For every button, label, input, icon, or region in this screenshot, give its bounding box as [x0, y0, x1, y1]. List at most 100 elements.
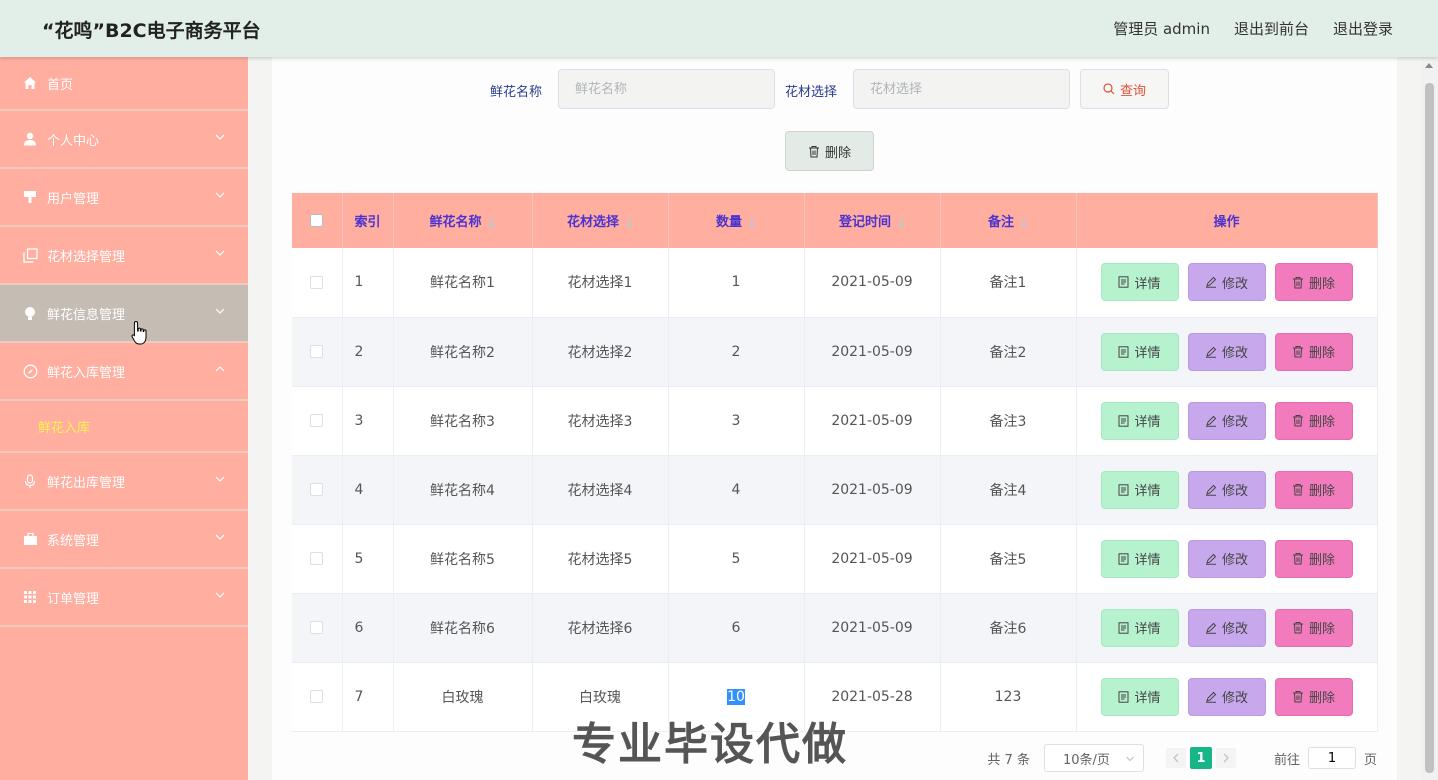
detail-button[interactable]: 详情 — [1100, 401, 1179, 440]
detail-button[interactable]: 详情 — [1100, 677, 1179, 716]
cell-note: 备注5 — [940, 524, 1077, 594]
quantity-value: 10 — [727, 688, 745, 705]
row-select-cell — [292, 524, 343, 594]
compass-icon — [22, 363, 38, 379]
row-select-cell — [292, 386, 343, 456]
cell-quantity: 6 — [668, 593, 805, 663]
delete-button[interactable]: 删除 — [1274, 263, 1353, 302]
header-flower-name[interactable]: 鲜花名称 — [393, 193, 533, 248]
query-button-label: 查询 — [1119, 83, 1146, 99]
quantity-value: 1 — [731, 274, 741, 291]
page-scrollbar[interactable] — [1421, 57, 1438, 780]
detail-label: 详情 — [1134, 622, 1161, 637]
flower-table: 索引 鲜花名称 花材选择 数量 登记时间 备注 操作 1 鲜花名称1 花材选择1 1 2… — [292, 193, 1378, 732]
prev-page-button[interactable] — [1165, 748, 1186, 768]
edit-button[interactable]: 修改 — [1187, 263, 1266, 302]
goto-prefix: 前往 — [1273, 752, 1300, 768]
chevron-down-icon — [1126, 756, 1134, 762]
detail-button[interactable]: 详情 — [1100, 539, 1179, 578]
quantity-value: 4 — [731, 481, 741, 498]
edit-button[interactable]: 修改 — [1187, 608, 1266, 647]
row-checkbox[interactable] — [310, 345, 324, 358]
trash-icon — [1292, 622, 1303, 634]
detail-label: 详情 — [1134, 415, 1161, 430]
page-size-select[interactable]: 10条/页 — [1043, 744, 1144, 772]
delete-button[interactable]: 删除 — [1274, 539, 1353, 578]
header-material[interactable]: 花材选择 — [532, 193, 669, 248]
row-select-cell — [292, 248, 343, 318]
row-checkbox[interactable] — [310, 621, 324, 634]
sidebar-item-user-management[interactable]: 用户管理 — [0, 169, 248, 227]
detail-button[interactable]: 详情 — [1100, 332, 1179, 371]
sidebar-item-system-management[interactable]: 系统管理 — [0, 511, 248, 569]
cell-actions: 详情 修改 删除 — [1076, 662, 1378, 732]
sidebar-item-flower-stock-out[interactable]: 鲜花出库管理 — [0, 453, 248, 511]
quantity-value: 6 — [731, 619, 741, 636]
sidebar-item-order-management[interactable]: 订单管理 — [0, 569, 248, 627]
flower-name-input[interactable] — [558, 69, 775, 109]
edit-button[interactable]: 修改 — [1187, 332, 1266, 371]
chevron-down-icon — [215, 134, 225, 140]
submenu-flower-stock-in[interactable]: 鲜花入库 — [0, 401, 248, 453]
sidebar-item-personal-center[interactable]: 个人中心 — [0, 111, 248, 169]
pagination-total: 共 7 条 — [987, 752, 1030, 768]
sort-icon — [488, 217, 495, 228]
sidebar-item-material-management[interactable]: 花材选择管理 — [0, 227, 248, 285]
delete-button[interactable]: 删除 — [1274, 608, 1353, 647]
document-icon — [1118, 690, 1129, 703]
cell-register-time: 2021-05-09 — [804, 317, 941, 387]
row-checkbox[interactable] — [310, 552, 324, 565]
edit-button[interactable]: 修改 — [1187, 470, 1266, 509]
row-checkbox[interactable] — [310, 275, 324, 289]
header-register-time[interactable]: 登记时间 — [804, 193, 941, 248]
document-icon — [1118, 414, 1129, 427]
chevron-down-icon — [215, 476, 225, 482]
edit-button[interactable]: 修改 — [1187, 401, 1266, 440]
sidebar-item-label: 花材选择管理 — [47, 249, 126, 265]
edit-button[interactable]: 修改 — [1187, 677, 1266, 716]
material-input[interactable] — [853, 69, 1070, 109]
header-quantity[interactable]: 数量 — [668, 193, 805, 248]
sidebar-item-label: 系统管理 — [47, 533, 100, 549]
edit-icon — [1205, 484, 1217, 496]
select-all-checkbox[interactable] — [310, 214, 324, 227]
row-checkbox[interactable] — [310, 690, 324, 703]
delete-button[interactable]: 删除 — [1274, 332, 1353, 371]
table-row: 5 鲜花名称5 花材选择5 5 2021-05-09 备注5 详情 修改 删除 — [292, 524, 1378, 594]
detail-button[interactable]: 详情 — [1100, 263, 1179, 302]
delete-button[interactable]: 删除 — [1274, 470, 1353, 509]
detail-button[interactable]: 详情 — [1100, 608, 1179, 647]
header-note[interactable]: 备注 — [940, 193, 1077, 248]
goto-frontend-link[interactable]: 退出到前台 — [1234, 18, 1309, 39]
cell-quantity: 4 — [668, 455, 805, 525]
quantity-value: 3 — [731, 412, 741, 429]
detail-label: 详情 — [1134, 484, 1161, 499]
sidebar-item-label: 个人中心 — [47, 133, 100, 149]
cell-quantity: 5 — [668, 524, 805, 594]
document-icon — [1118, 276, 1129, 288]
row-checkbox[interactable] — [310, 414, 324, 427]
page-number-current[interactable]: 1 — [1189, 747, 1212, 769]
sidebar-item-flower-stock-in[interactable]: 鲜花入库管理 — [0, 343, 248, 401]
delete-button[interactable]: 删除 — [1274, 677, 1353, 716]
sidebar-item-label: 订单管理 — [47, 591, 100, 607]
scroll-up-arrow-icon[interactable] — [1425, 63, 1433, 68]
trash-icon — [1292, 415, 1303, 427]
goto-page-input[interactable] — [1307, 747, 1356, 769]
scrollbar-thumb[interactable] — [1425, 83, 1434, 773]
detail-button[interactable]: 详情 — [1100, 470, 1179, 509]
admin-user-link[interactable]: 管理员 admin — [1113, 18, 1210, 39]
sidebar: 首页 个人中心 用户管理 花材选择管理 鲜花信息管理 鲜花入库管理 鲜花入库 鲜… — [0, 57, 248, 780]
search-bar: 鲜花名称 花材选择 查询 — [272, 69, 1397, 109]
edit-button[interactable]: 修改 — [1187, 539, 1266, 578]
cell-note: 备注2 — [940, 317, 1077, 387]
sidebar-item-home[interactable]: 首页 — [0, 57, 248, 111]
batch-delete-button[interactable]: 删除 — [785, 131, 874, 171]
next-page-button[interactable] — [1215, 748, 1236, 768]
query-button[interactable]: 查询 — [1080, 69, 1169, 109]
trash-icon — [808, 145, 819, 157]
logout-link[interactable]: 退出登录 — [1333, 18, 1393, 39]
sidebar-item-flower-info[interactable]: 鲜花信息管理 — [0, 285, 248, 343]
row-checkbox[interactable] — [310, 483, 324, 496]
delete-button[interactable]: 删除 — [1274, 401, 1353, 440]
